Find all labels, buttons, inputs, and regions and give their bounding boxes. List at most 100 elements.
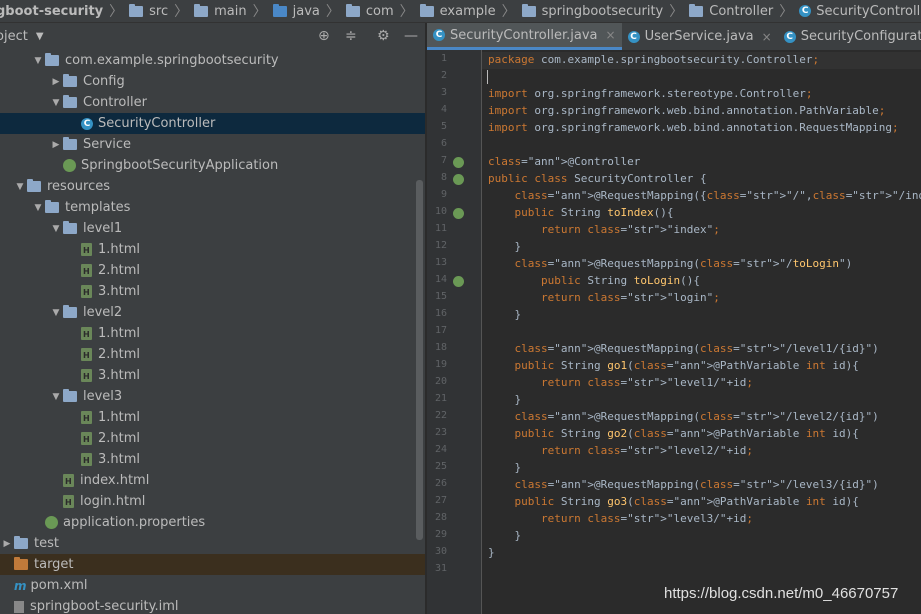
tree-item[interactable]: ▶ Service xyxy=(0,134,425,155)
chevron-right-icon[interactable]: ▶ xyxy=(0,539,14,549)
collapse-icon[interactable]: ≑ xyxy=(345,28,357,44)
close-icon[interactable]: × xyxy=(606,28,616,42)
tree-item[interactable]: 1.html xyxy=(0,323,425,344)
line-number: 15 xyxy=(434,291,447,302)
tree-item[interactable]: target xyxy=(0,554,425,575)
spring-bean-icon[interactable] xyxy=(453,157,464,168)
code-line[interactable]: return class="str">"index"; xyxy=(488,223,720,236)
chevron-down-icon[interactable]: ▼ xyxy=(31,56,45,66)
code-line[interactable]: return class="str">"level3/"+id; xyxy=(488,512,753,525)
tree-item-label: 2.html xyxy=(98,431,141,446)
tree-item[interactable]: 3.html xyxy=(0,365,425,386)
code-line[interactable]: } xyxy=(488,393,521,406)
chevron-right-icon[interactable]: ▶ xyxy=(49,77,63,87)
folder-icon xyxy=(345,3,360,17)
tree-item[interactable]: ▼ com.example.springbootsecurity xyxy=(0,50,425,71)
chevron-down-icon[interactable]: ▼ xyxy=(13,182,27,192)
code-line[interactable]: import org.springframework.web.bind.anno… xyxy=(488,104,885,117)
breadcrumb-item[interactable]: example xyxy=(419,3,496,19)
chevron-down-icon[interactable]: ▼ xyxy=(49,308,63,318)
tree-item-label: 3.html xyxy=(98,284,141,299)
code-line[interactable]: return class="str">"login"; xyxy=(488,291,720,304)
tree-item[interactable]: 2.html xyxy=(0,260,425,281)
tree-item[interactable]: 2.html xyxy=(0,428,425,449)
tree-item[interactable]: 1.html xyxy=(0,407,425,428)
code-line[interactable]: } xyxy=(488,308,521,321)
code-line[interactable]: return class="str">"level1/"+id; xyxy=(488,376,753,389)
editor-tab[interactable]: C SecurityConfiguration.java xyxy=(778,23,921,50)
breadcrumb-item[interactable]: src xyxy=(129,3,169,19)
tree-item[interactable]: ▼ level3 xyxy=(0,386,425,407)
code-line[interactable]: } xyxy=(488,546,495,559)
code-line[interactable]: } xyxy=(488,461,521,474)
tree-item[interactable]: ▼ level2 xyxy=(0,302,425,323)
tree-item[interactable]: ▼ resources xyxy=(0,176,425,197)
close-icon[interactable]: × xyxy=(762,30,772,44)
tree-item[interactable]: 1.html xyxy=(0,239,425,260)
code-line[interactable]: class="ann">@RequestMapping(class="str">… xyxy=(488,342,879,355)
breadcrumb-item[interactable]: C SecurityController xyxy=(799,4,921,19)
breadcrumb-item[interactable]: com xyxy=(345,3,394,19)
code-line[interactable]: public String go3(class="ann">@PathVaria… xyxy=(488,495,859,508)
tree-item-label: springboot-security.iml xyxy=(30,599,179,614)
code-line[interactable]: public String go2(class="ann">@PathVaria… xyxy=(488,427,859,440)
editor-tab[interactable]: C UserService.java × xyxy=(622,23,778,50)
tree-item[interactable]: index.html xyxy=(0,470,425,491)
code-editor[interactable]: 1 package com.example.springbootsecurity.… xyxy=(427,50,921,614)
spring-bean-icon[interactable] xyxy=(453,208,464,219)
tree-scrollbar[interactable] xyxy=(416,180,423,540)
target-icon[interactable]: ⊕ xyxy=(318,28,330,44)
chevron-down-icon[interactable]: ▼ xyxy=(49,98,63,108)
code-line[interactable]: class="ann">@RequestMapping(class="str">… xyxy=(488,410,879,423)
folder-icon xyxy=(14,557,28,570)
project-panel-title[interactable]: oject xyxy=(0,29,28,44)
tree-item-label: level1 xyxy=(83,221,123,236)
breadcrumb-item[interactable]: java xyxy=(272,3,320,19)
code-line[interactable]: public String toLogin(){ xyxy=(488,274,700,287)
spring-bean-icon[interactable] xyxy=(453,174,464,185)
code-line[interactable]: class="ann">@RequestMapping(class="str">… xyxy=(488,478,879,491)
tree-item[interactable]: ▼ templates xyxy=(0,197,425,218)
tree-item[interactable]: springboot-security.iml xyxy=(0,596,425,614)
tree-item[interactable]: 2.html xyxy=(0,344,425,365)
breadcrumb-item[interactable]: springbootsecurity xyxy=(521,3,663,19)
tree-item[interactable]: application.properties xyxy=(0,512,425,533)
tree-item[interactable]: ▼ level1 xyxy=(0,218,425,239)
tree-item[interactable]: ▼ Controller xyxy=(0,92,425,113)
minimize-icon[interactable]: — xyxy=(404,28,418,44)
tree-item[interactable]: ▶ Config xyxy=(0,71,425,92)
code-line[interactable]: import org.springframework.web.bind.anno… xyxy=(488,121,899,134)
code-line[interactable]: } xyxy=(488,529,521,542)
tree-item[interactable]: login.html xyxy=(0,491,425,512)
tree-item[interactable]: ▶ test xyxy=(0,533,425,554)
line-number: 3 xyxy=(440,87,447,98)
chevron-down-icon[interactable]: ▼ xyxy=(31,203,45,213)
gear-icon[interactable]: ⚙ xyxy=(377,28,390,44)
chevron-down-icon[interactable]: ▼ xyxy=(36,31,44,42)
tree-item[interactable]: C SecurityController xyxy=(0,113,425,134)
tree-item[interactable]: SpringbootSecurityApplication xyxy=(0,155,425,176)
editor-tab[interactable]: C SecurityController.java × xyxy=(427,23,622,50)
breadcrumb-label: src xyxy=(149,3,169,19)
code-line[interactable]: package com.example.springbootsecurity.C… xyxy=(488,53,819,66)
line-number: 7 xyxy=(440,155,447,166)
breadcrumb-item[interactable]: Controller xyxy=(689,3,773,19)
code-line[interactable]: class="ann">@Controller xyxy=(488,155,640,168)
code-line[interactable]: } xyxy=(488,240,521,253)
tree-item[interactable]: m pom.xml xyxy=(0,575,425,596)
code-line[interactable]: import org.springframework.stereotype.Co… xyxy=(488,87,813,100)
code-line[interactable]: return class="str">"level2/"+id; xyxy=(488,444,753,457)
tree-item[interactable]: 3.html xyxy=(0,449,425,470)
code-line[interactable]: public String toIndex(){ xyxy=(488,206,674,219)
code-line[interactable]: public class SecurityController { xyxy=(488,172,707,185)
code-line[interactable]: public String go1(class="ann">@PathVaria… xyxy=(488,359,859,372)
code-line[interactable]: class="ann">@RequestMapping(class="str">… xyxy=(488,257,853,270)
tree-item[interactable]: 3.html xyxy=(0,281,425,302)
chevron-down-icon[interactable]: ▼ xyxy=(49,224,63,234)
code-line[interactable]: class="ann">@RequestMapping({class="str"… xyxy=(488,189,921,202)
chevron-right-icon[interactable]: ▶ xyxy=(49,140,63,150)
spring-bean-icon[interactable] xyxy=(453,276,464,287)
breadcrumb-item[interactable]: main xyxy=(194,3,247,19)
breadcrumb-project[interactable]: gboot-security xyxy=(0,4,103,19)
chevron-down-icon[interactable]: ▼ xyxy=(49,392,63,402)
